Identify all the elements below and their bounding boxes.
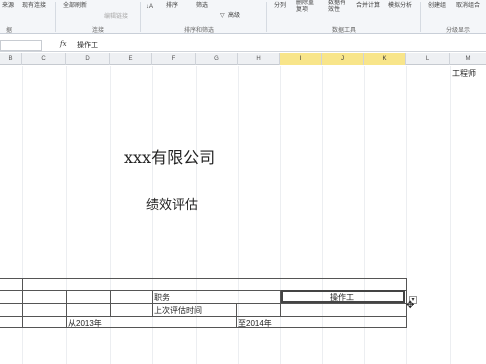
insert-function-icon[interactable]: fx [60, 40, 67, 48]
column-header-l[interactable]: L [406, 53, 450, 65]
ribbon-group[interactable]: 创建组 [428, 0, 446, 9]
column-header-h[interactable]: H [238, 53, 280, 65]
table-border [66, 290, 67, 327]
group-label-outline: 分级显示 [446, 28, 471, 34]
table-border [110, 290, 111, 316]
column-header-k[interactable]: K [364, 53, 406, 65]
formula-bar: fx 操作工 [0, 39, 486, 52]
table-border [0, 278, 406, 279]
group-label-data-tools: 数据工具 [332, 28, 357, 34]
gridline [322, 66, 323, 364]
ribbon-refresh-all[interactable]: 全部刷新 [63, 0, 87, 9]
ribbon-edit-links[interactable]: 编辑链接 [104, 11, 128, 20]
column-header-f[interactable]: F [152, 53, 196, 65]
column-header-d[interactable]: D [66, 53, 110, 65]
from-year[interactable]: 从2013年 [68, 318, 102, 329]
table-border [22, 278, 23, 328]
ribbon-filter[interactable]: 筛选 [196, 0, 208, 9]
value-position[interactable]: 操作工 [330, 292, 354, 303]
column-header-i[interactable]: I [280, 53, 322, 65]
column-header-m[interactable]: M [450, 53, 486, 65]
gridline [364, 66, 365, 364]
cursor-icon: ✥ [406, 300, 415, 311]
ribbon-separator [266, 2, 267, 32]
label-position[interactable]: 职务 [154, 292, 170, 303]
table-border [236, 303, 237, 327]
ribbon-separator [420, 2, 421, 32]
gridline [110, 66, 111, 364]
gridline [280, 66, 281, 364]
name-box[interactable] [0, 40, 42, 51]
ribbon-remove-duplicates[interactable]: 删除重复项 [296, 0, 318, 14]
group-label-sort-filter: 排序和筛选 [184, 28, 215, 34]
column-header-e[interactable]: E [110, 53, 152, 65]
ribbon-separator [55, 2, 56, 32]
table-border [0, 327, 406, 328]
column-header-b[interactable]: B [0, 53, 22, 65]
evaluation-title[interactable]: 绩效评估 [146, 194, 198, 213]
company-title[interactable]: xxx有限公司 [124, 144, 215, 168]
ribbon-ungroup[interactable]: 取消组合 [456, 0, 480, 9]
column-headers: B C D E F G H I J K L M [0, 53, 486, 65]
ribbon-sort[interactable]: 排序 [166, 0, 178, 9]
ribbon-from-source[interactable]: 来源 [2, 0, 14, 9]
sort-az-icon[interactable]: ↓A [146, 4, 153, 10]
formula-input[interactable]: 操作工 [77, 40, 98, 50]
ribbon-consolidate[interactable]: 合并计算 [356, 0, 380, 9]
ribbon-data-validation[interactable]: 数据有效性 [328, 0, 350, 14]
table-border [0, 303, 406, 304]
label-last-review[interactable]: 上次评估时间 [154, 305, 202, 316]
ribbon: 来源 现有连接 全部刷新 编辑链接 ↓A 排序 筛选 ▽ 高级 分列 删除重复项 … [0, 0, 486, 34]
ribbon-existing-connections[interactable]: 现有连接 [22, 0, 46, 9]
cell-engineer[interactable]: 工程师 [452, 68, 476, 79]
to-year[interactable]: 至2014年 [238, 318, 272, 329]
gridline [450, 66, 451, 364]
filter-icon: ▽ [220, 12, 225, 19]
ribbon-text-to-columns[interactable]: 分列 [274, 0, 286, 9]
table-border [0, 316, 406, 317]
ribbon-what-if[interactable]: 模拟分析 [388, 0, 412, 9]
ribbon-advanced[interactable]: ▽ 高级 [220, 10, 240, 19]
gridline [196, 66, 197, 364]
table-border [152, 290, 153, 316]
column-header-j[interactable]: J [322, 53, 364, 65]
ribbon-separator [140, 2, 141, 32]
column-header-c[interactable]: C [22, 53, 66, 65]
group-label-data: 据 [6, 28, 13, 34]
group-label-connections: 连接 [92, 28, 105, 34]
column-header-g[interactable]: G [196, 53, 238, 65]
gridline [152, 66, 153, 364]
